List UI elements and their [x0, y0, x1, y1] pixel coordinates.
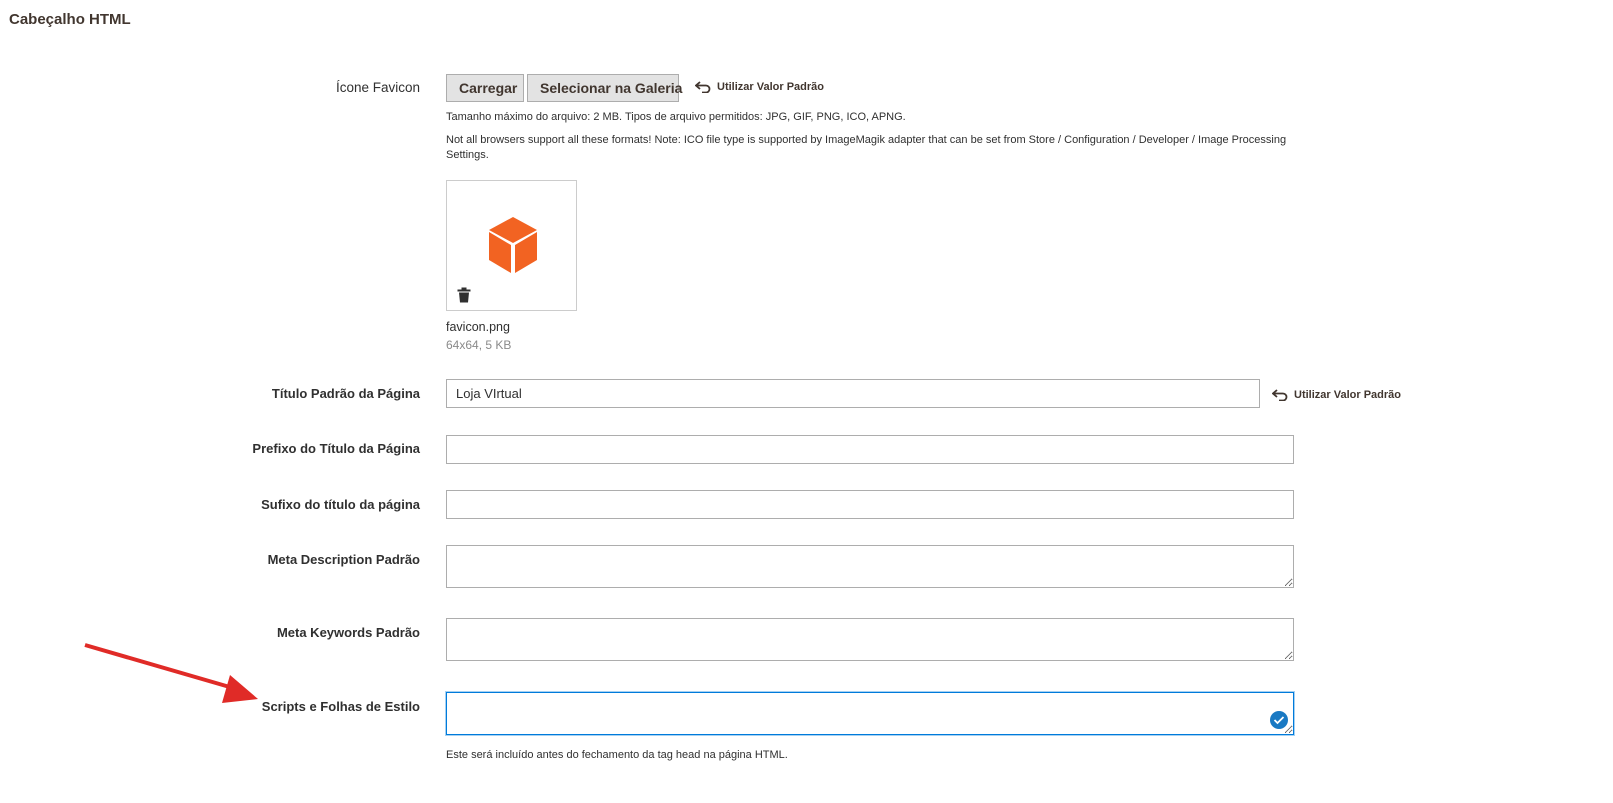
- file-size-note: Tamanho máximo do arquivo: 2 MB. Tipos d…: [446, 111, 906, 123]
- meta-keywords-textarea[interactable]: [446, 618, 1294, 661]
- upload-button[interactable]: Carregar: [446, 74, 524, 102]
- favicon-preview: [446, 180, 577, 311]
- title-suffix-input[interactable]: [446, 490, 1294, 519]
- meta-description-label: Meta Description Padrão: [267, 552, 420, 567]
- undo-icon: [1272, 389, 1288, 401]
- scripts-label: Scripts e Folhas de Estilo: [261, 699, 420, 714]
- title-prefix-input[interactable]: [446, 435, 1294, 464]
- cube-icon: [489, 217, 537, 273]
- favicon-label: Ícone Favicon: [335, 80, 420, 95]
- format-note: Not all browsers support all these forma…: [446, 134, 1287, 161]
- select-from-gallery-button[interactable]: Selecionar na Galeria: [527, 74, 682, 102]
- file-meta: 64x64, 5 KB: [446, 338, 512, 352]
- trash-icon[interactable]: [457, 287, 471, 303]
- undo-icon: [695, 81, 711, 93]
- file-name: favicon.png: [446, 320, 510, 334]
- meta-keywords-label: Meta Keywords Padrão: [276, 625, 420, 640]
- check-icon: [1270, 711, 1288, 729]
- arrow-annotation: [84, 643, 258, 703]
- scripts-note: Este será incluído antes do fechamento d…: [446, 749, 788, 761]
- title-suffix-label: Sufixo do título da página: [261, 497, 420, 512]
- title-prefix-label: Prefixo do Título da Página: [252, 441, 420, 456]
- favicon-use-default-label: Utilizar Valor Padrão: [717, 81, 824, 93]
- meta-description-textarea[interactable]: [446, 545, 1294, 588]
- section-title: Cabeçalho HTML: [9, 11, 131, 28]
- default-title-use-default-label: Utilizar Valor Padrão: [1294, 389, 1401, 401]
- default-title-use-default[interactable]: Utilizar Valor Padrão: [1272, 389, 1401, 401]
- default-title-input[interactable]: [446, 379, 1260, 408]
- favicon-use-default[interactable]: Utilizar Valor Padrão: [695, 81, 824, 93]
- scripts-textarea[interactable]: [446, 692, 1294, 735]
- default-title-label: Título Padrão da Página: [271, 386, 420, 401]
